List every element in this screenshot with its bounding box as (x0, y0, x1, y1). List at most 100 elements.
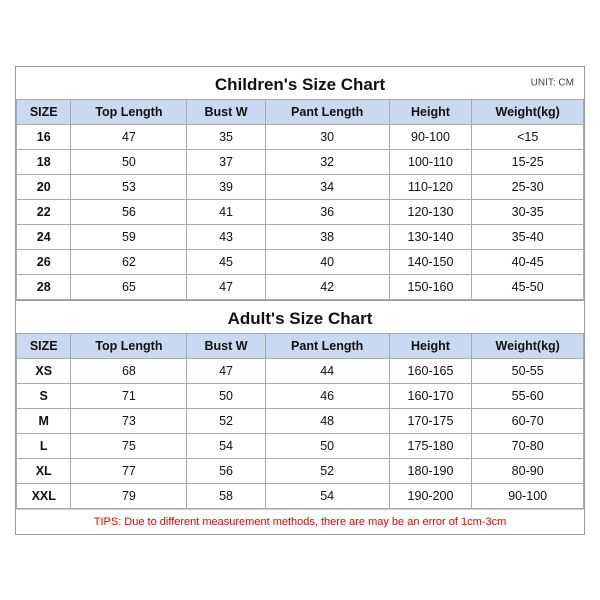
table-cell: 100-110 (389, 149, 472, 174)
table-cell: 77 (71, 458, 187, 483)
table-cell: 160-170 (389, 383, 472, 408)
table-cell: 175-180 (389, 433, 472, 458)
tips-text: TIPS: Due to different measurement metho… (16, 509, 584, 534)
table-cell: 59 (71, 224, 187, 249)
table-row: 20533934110-12025-30 (17, 174, 584, 199)
table-cell: XXL (17, 483, 71, 508)
table-cell: 39 (187, 174, 265, 199)
table-cell: 47 (187, 358, 265, 383)
table-cell: 160-165 (389, 358, 472, 383)
table-cell: M (17, 408, 71, 433)
table-cell: 90-100 (389, 124, 472, 149)
table-cell: 56 (187, 458, 265, 483)
table-cell: 20 (17, 174, 71, 199)
table-cell: S (17, 383, 71, 408)
table-cell: 62 (71, 249, 187, 274)
table-cell: 73 (71, 408, 187, 433)
table-cell: 52 (265, 458, 389, 483)
table-cell: 190-200 (389, 483, 472, 508)
table-cell: 30-35 (472, 199, 584, 224)
col-bust-w: Bust W (187, 99, 265, 124)
table-cell: 75 (71, 433, 187, 458)
table-cell: 50 (265, 433, 389, 458)
table-cell: 68 (71, 358, 187, 383)
table-cell: 43 (187, 224, 265, 249)
table-cell: 110-120 (389, 174, 472, 199)
col-height: Height (389, 99, 472, 124)
col-weight-adult: Weight(kg) (472, 333, 584, 358)
table-row: 28654742150-16045-50 (17, 274, 584, 299)
col-bust-w-adult: Bust W (187, 333, 265, 358)
table-cell: 25-30 (472, 174, 584, 199)
col-size-adult: SIZE (17, 333, 71, 358)
children-section-header: Children's Size Chart UNIT: CM (16, 67, 584, 99)
table-cell: 45-50 (472, 274, 584, 299)
table-row: 22564136120-13030-35 (17, 199, 584, 224)
table-row: XXL795854190-20090-100 (17, 483, 584, 508)
table-cell: 40 (265, 249, 389, 274)
table-cell: 50 (71, 149, 187, 174)
size-chart-container: Children's Size Chart UNIT: CM SIZE Top … (15, 66, 585, 535)
table-cell: 70-80 (472, 433, 584, 458)
col-height-adult: Height (389, 333, 472, 358)
table-cell: 52 (187, 408, 265, 433)
adult-header-row: SIZE Top Length Bust W Pant Length Heigh… (17, 333, 584, 358)
table-cell: 54 (265, 483, 389, 508)
table-cell: 150-160 (389, 274, 472, 299)
col-pant-length: Pant Length (265, 99, 389, 124)
table-cell: 60-70 (472, 408, 584, 433)
table-cell: L (17, 433, 71, 458)
table-cell: 37 (187, 149, 265, 174)
table-cell: 90-100 (472, 483, 584, 508)
table-cell: 56 (71, 199, 187, 224)
table-cell: 46 (265, 383, 389, 408)
table-cell: 180-190 (389, 458, 472, 483)
table-row: 24594338130-14035-40 (17, 224, 584, 249)
table-cell: 41 (187, 199, 265, 224)
unit-label: UNIT: CM (531, 77, 574, 88)
table-cell: 35-40 (472, 224, 584, 249)
table-cell: 79 (71, 483, 187, 508)
table-cell: 47 (71, 124, 187, 149)
table-cell: 50-55 (472, 358, 584, 383)
table-row: 26624540140-15040-45 (17, 249, 584, 274)
table-row: XS684744160-16550-55 (17, 358, 584, 383)
table-cell: 16 (17, 124, 71, 149)
table-cell: 53 (71, 174, 187, 199)
table-cell: 54 (187, 433, 265, 458)
table-cell: 42 (265, 274, 389, 299)
table-cell: 22 (17, 199, 71, 224)
table-cell: 35 (187, 124, 265, 149)
col-weight: Weight(kg) (472, 99, 584, 124)
table-cell: 28 (17, 274, 71, 299)
table-cell: 34 (265, 174, 389, 199)
table-cell: XL (17, 458, 71, 483)
col-pant-length-adult: Pant Length (265, 333, 389, 358)
table-cell: 120-130 (389, 199, 472, 224)
children-table: SIZE Top Length Bust W Pant Length Heigh… (16, 99, 584, 300)
table-cell: 45 (187, 249, 265, 274)
table-row: S715046160-17055-60 (17, 383, 584, 408)
col-top-length: Top Length (71, 99, 187, 124)
adult-title: Adult's Size Chart (16, 309, 584, 329)
table-cell: <15 (472, 124, 584, 149)
table-cell: 15-25 (472, 149, 584, 174)
table-cell: 140-150 (389, 249, 472, 274)
table-cell: 58 (187, 483, 265, 508)
table-cell: 24 (17, 224, 71, 249)
table-cell: 170-175 (389, 408, 472, 433)
table-row: L755450175-18070-80 (17, 433, 584, 458)
table-cell: XS (17, 358, 71, 383)
table-row: M735248170-17560-70 (17, 408, 584, 433)
table-row: 18503732100-11015-25 (17, 149, 584, 174)
table-cell: 40-45 (472, 249, 584, 274)
table-row: 1647353090-100<15 (17, 124, 584, 149)
table-cell: 30 (265, 124, 389, 149)
table-cell: 55-60 (472, 383, 584, 408)
table-cell: 47 (187, 274, 265, 299)
children-title: Children's Size Chart (16, 75, 584, 95)
adult-table: SIZE Top Length Bust W Pant Length Heigh… (16, 333, 584, 509)
adult-section-header: Adult's Size Chart (16, 300, 584, 333)
table-cell: 48 (265, 408, 389, 433)
table-cell: 65 (71, 274, 187, 299)
